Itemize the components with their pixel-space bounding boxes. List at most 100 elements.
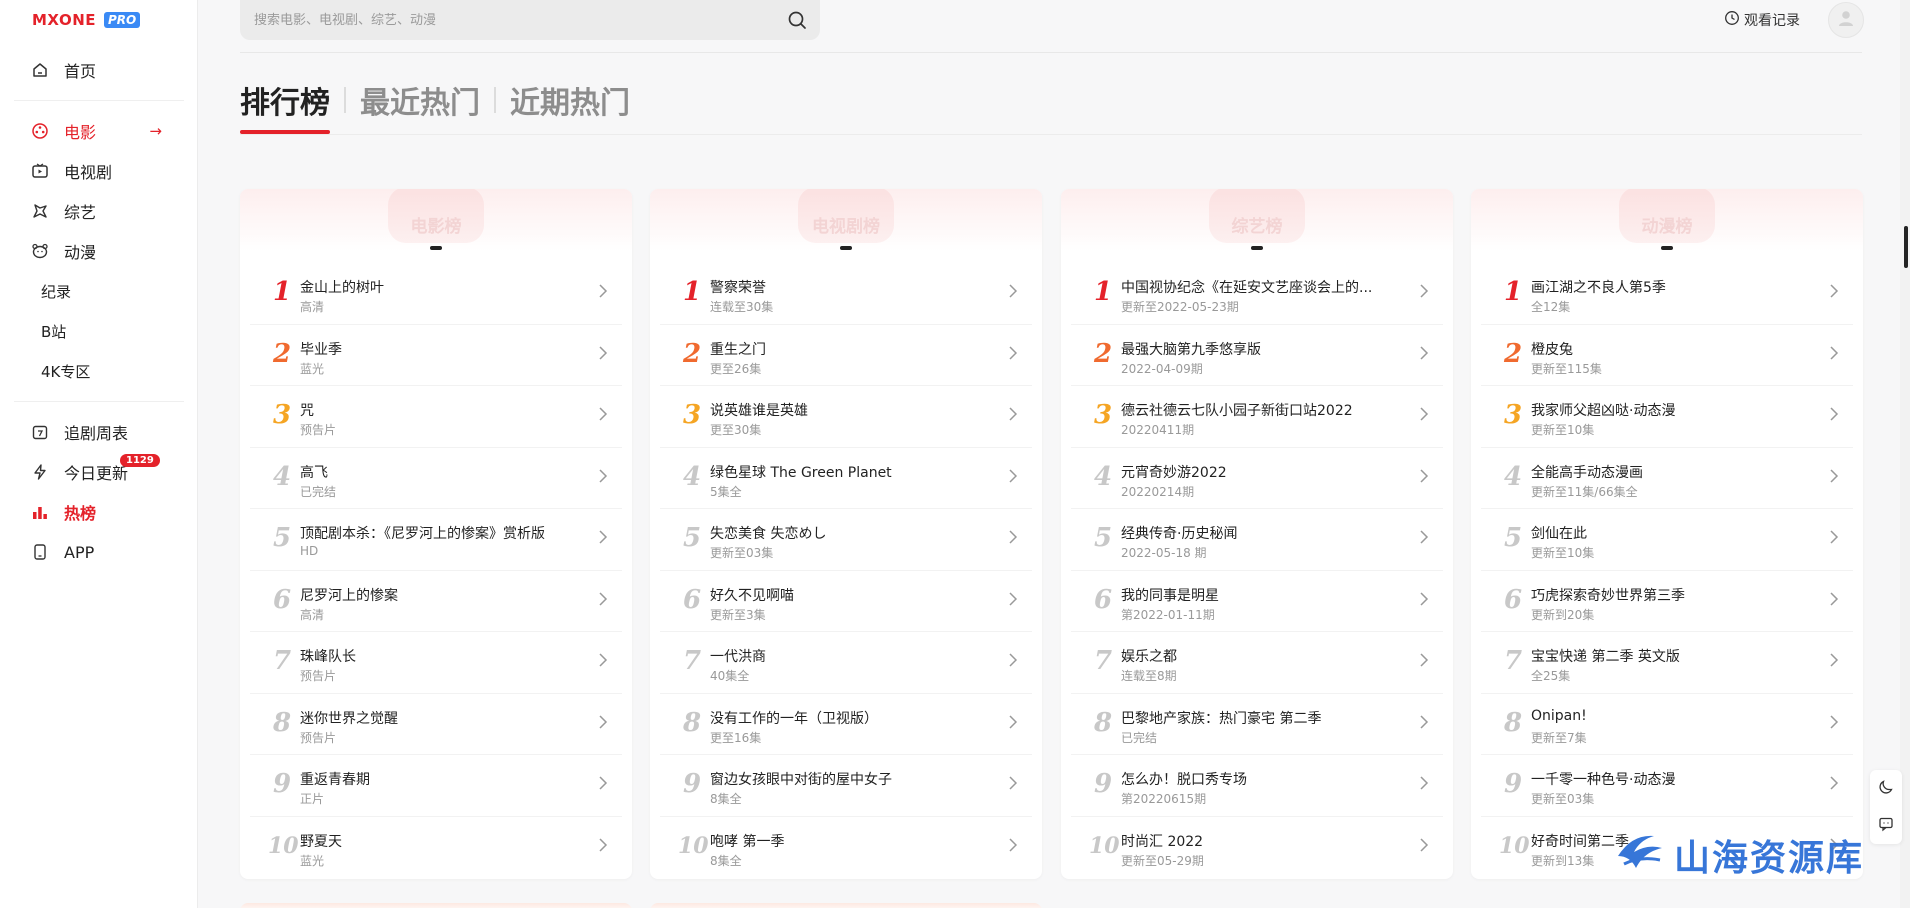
sidebar-item-variety[interactable]: 综艺 bbox=[14, 191, 184, 231]
sidebar-item-4k[interactable]: 4K专区 bbox=[14, 351, 184, 391]
sidebar-item-home[interactable]: 首页 bbox=[14, 50, 184, 90]
rank-item[interactable]: 5 失恋美食 失恋めし 更新至03集 bbox=[660, 509, 1032, 571]
rank-number: 8 bbox=[1093, 707, 1113, 738]
rank-item[interactable]: 2 重生之门 更至26集 bbox=[660, 325, 1032, 386]
tab-ranking[interactable]: 排行榜 bbox=[240, 78, 330, 122]
rank-item[interactable]: 9 怎么办！脱口秀专场 第20220615期 bbox=[1071, 755, 1443, 817]
user-avatar[interactable] bbox=[1828, 2, 1864, 38]
rank-status: 全12集 bbox=[1531, 300, 1571, 314]
rank-title: 金山上的树叶 bbox=[300, 280, 384, 296]
chevron-right-icon bbox=[1829, 591, 1839, 607]
sidebar-item-tv[interactable]: 电视剧 bbox=[14, 151, 184, 191]
rank-item[interactable]: 9 一千零一种色号·动态漫 更新至03集 bbox=[1481, 755, 1853, 817]
watch-history-button[interactable]: 观看记录 bbox=[1724, 10, 1800, 30]
rank-item[interactable]: 6 巧虎探索奇妙世界第三季 更新到20集 bbox=[1481, 571, 1853, 632]
sidebar-item-label: 动漫 bbox=[64, 243, 97, 262]
rank-item[interactable]: 8 没有工作的一年（卫视版） 更至16集 bbox=[660, 694, 1032, 755]
chevron-right-icon bbox=[1829, 714, 1839, 730]
rank-item[interactable]: 7 宝宝快递 第二季 英文版 全25集 bbox=[1481, 632, 1853, 694]
bear-face-icon bbox=[30, 241, 50, 261]
sidebar-item-weekly[interactable]: 追剧周表 bbox=[14, 412, 184, 452]
sidebar-item-movie[interactable]: 电影 → bbox=[14, 111, 184, 151]
search-icon[interactable] bbox=[786, 9, 808, 31]
rank-status: 预告片 bbox=[300, 669, 337, 683]
rank-status: 5集全 bbox=[710, 484, 742, 499]
sidebar-item-app[interactable]: APP bbox=[14, 532, 184, 572]
rank-item[interactable]: 3 咒预告片 bbox=[250, 386, 622, 448]
feedback-button[interactable] bbox=[1870, 807, 1902, 844]
rank-item[interactable]: 7 一代洪商 40集全 bbox=[660, 632, 1032, 694]
rank-item[interactable]: 1 金山上的树叶 高清 bbox=[250, 263, 622, 325]
rank-status: 更新到20集 bbox=[1531, 607, 1595, 622]
rank-title: Onipan! bbox=[1531, 707, 1587, 724]
rank-item[interactable]: 4 全能高手动态漫画 更新至11集/66集全 bbox=[1481, 448, 1853, 509]
scrollbar-thumb[interactable] bbox=[1904, 226, 1908, 268]
rank-item[interactable]: 8 Onipan! 更新至7集 bbox=[1481, 694, 1853, 755]
rank-item[interactable]: 1 画江湖之不良人第5季 全12集 bbox=[1481, 263, 1853, 325]
rank-status: 20220411期 bbox=[1121, 423, 1195, 437]
rank-item[interactable]: 7 珠峰队长 预告片 bbox=[250, 632, 622, 694]
logo-pro-badge: PRO bbox=[104, 12, 141, 28]
logo-text: MXONE bbox=[32, 11, 97, 29]
rank-item[interactable]: 10 野夏天 蓝光 bbox=[250, 817, 622, 879]
rank-item[interactable]: 5 经典传奇·历史秘闻 2022-05-18 期 bbox=[1071, 509, 1443, 571]
rank-status: 更至16集 bbox=[710, 730, 762, 745]
rank-number: 5 bbox=[682, 523, 702, 553]
rank-number: 1 bbox=[682, 277, 702, 307]
rank-item[interactable]: 8 巴黎地产家族：热门豪宅 第二季 已完结 bbox=[1071, 694, 1443, 755]
rank-item[interactable]: 5 顶配剧本杀：《尼罗河上的惨案》赏析版 HD bbox=[250, 509, 622, 571]
rank-status: 连载至8期 bbox=[1121, 669, 1177, 683]
tab-recent-hot[interactable]: 最近热门 bbox=[360, 78, 480, 122]
rank-item[interactable]: 9 重返青春期 正片 bbox=[250, 755, 622, 817]
rank-number: 2 bbox=[1093, 338, 1113, 369]
sidebar-item-today[interactable]: 今日更新 1129 bbox=[14, 452, 184, 492]
tab-divider bbox=[344, 87, 346, 113]
sidebar-item-hot[interactable]: 热榜 bbox=[14, 492, 184, 532]
rank-item[interactable]: 3 说英雄谁是英雄 更至30集 bbox=[660, 386, 1032, 448]
rank-item[interactable]: 2 最强大脑第九季悠享版 2022-04-09期 bbox=[1071, 325, 1443, 386]
next-section-card bbox=[650, 903, 1042, 908]
chevron-right-icon bbox=[598, 837, 608, 853]
sidebar-item-label: APP bbox=[64, 542, 95, 562]
rank-status: 预告片 bbox=[300, 730, 337, 745]
rank-item[interactable]: 4 绿色星球 The Green Planet 5集全 bbox=[660, 448, 1032, 509]
rank-title: 巧虎探索奇妙世界第三季 bbox=[1531, 587, 1685, 604]
dark-mode-toggle[interactable] bbox=[1870, 770, 1902, 807]
rank-item[interactable]: 10 时尚汇 2022 更新至05-29期 bbox=[1071, 817, 1443, 879]
sidebar-item-bilibili[interactable]: B站 bbox=[14, 311, 184, 351]
sidebar-divider bbox=[14, 100, 184, 101]
rank-item[interactable]: 2 橙皮兔 更新至115集 bbox=[1481, 325, 1853, 386]
rank-item[interactable]: 1 中国视协纪念《在延安文艺座谈会上的... 更新至2022-05-23期 bbox=[1071, 263, 1443, 325]
sidebar-item-label: 热榜 bbox=[64, 504, 97, 523]
search-input[interactable] bbox=[254, 10, 754, 30]
rank-item[interactable]: 7 娱乐之都 连载至8期 bbox=[1071, 632, 1443, 694]
rank-number: 6 bbox=[272, 584, 292, 615]
rank-title: 咒 bbox=[300, 403, 314, 419]
next-section-card bbox=[240, 903, 632, 908]
rank-item[interactable]: 6 好久不见啊喵 更新至3集 bbox=[660, 571, 1032, 632]
rank-item[interactable]: 9 窗边女孩眼中对街的屋中女子 8集全 bbox=[660, 755, 1032, 817]
rank-item[interactable]: 6 尼罗河上的惨案 高清 bbox=[250, 571, 622, 632]
sidebar-item-label: 电视剧 bbox=[64, 163, 113, 182]
rank-item[interactable]: 4 高飞 已完结 bbox=[250, 448, 622, 509]
chevron-right-icon bbox=[1419, 529, 1429, 545]
rank-status: 更新至10集 bbox=[1531, 423, 1595, 437]
rank-item[interactable]: 3 德云社德云七队小园子新街口站2022 20220411期 bbox=[1071, 386, 1443, 448]
rank-item[interactable]: 8 迷你世界之觉醒 预告片 bbox=[250, 694, 622, 755]
sidebar-item-documentary[interactable]: 纪录 bbox=[14, 271, 184, 311]
board-header: 综艺榜 bbox=[1061, 189, 1453, 251]
rank-item[interactable]: 5 剑仙在此 更新至10集 bbox=[1481, 509, 1853, 571]
rank-status: 蓝光 bbox=[300, 361, 325, 376]
rank-item[interactable]: 10 咆哮 第一季 8集全 bbox=[660, 817, 1032, 879]
sparkle-icon bbox=[30, 201, 50, 221]
rank-item[interactable]: 4 元宵奇妙游2022 20220214期 bbox=[1071, 448, 1443, 509]
rank-title: 德云社德云七队小园子新街口站2022 bbox=[1121, 403, 1353, 419]
rank-item[interactable]: 2 毕业季 蓝光 bbox=[250, 325, 622, 386]
site-logo[interactable]: MXONE PRO bbox=[32, 11, 141, 29]
tab-trending[interactable]: 近期热门 bbox=[510, 78, 630, 122]
rank-item[interactable]: 6 我的同事是明星 第2022-01-11期 bbox=[1071, 571, 1443, 632]
rank-number: 9 bbox=[1093, 769, 1113, 799]
rank-item[interactable]: 1 警察荣誉 连载至30集 bbox=[660, 263, 1032, 325]
rank-item[interactable]: 3 我家师父超凶哒·动态漫 更新至10集 bbox=[1481, 386, 1853, 448]
sidebar-item-anime[interactable]: 动漫 bbox=[14, 231, 184, 271]
